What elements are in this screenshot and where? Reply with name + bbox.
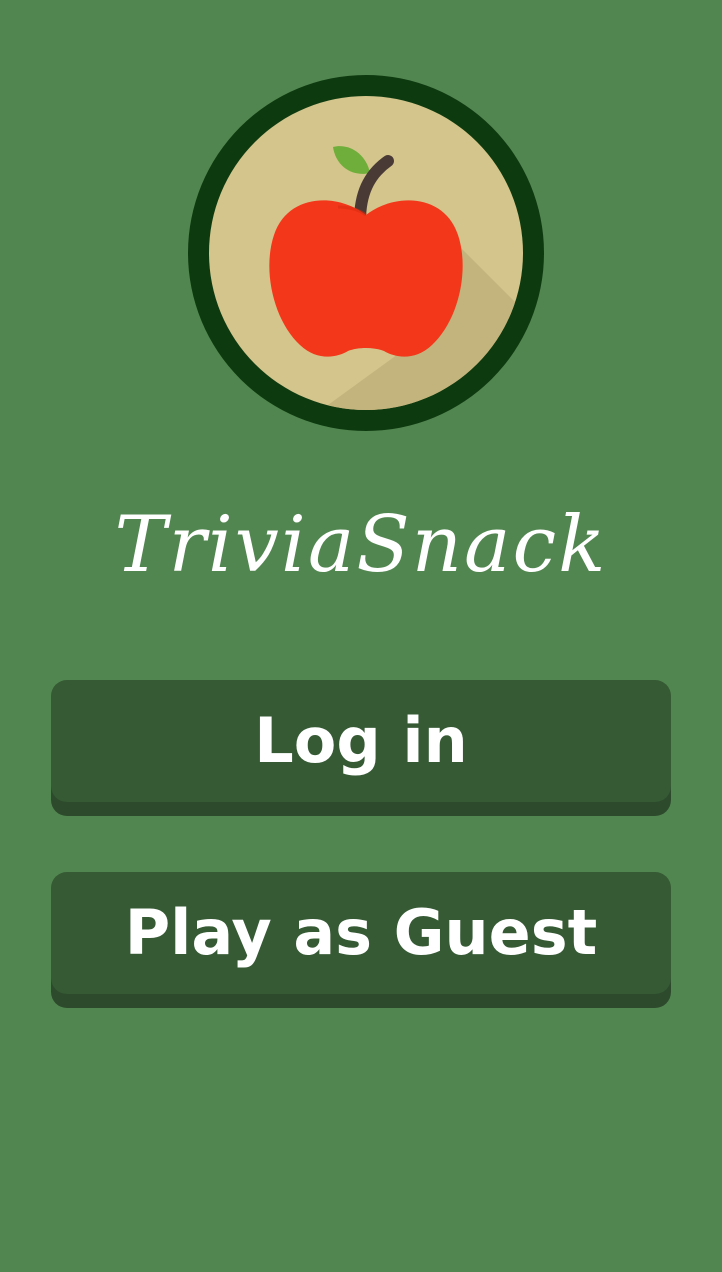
app-logo: [188, 75, 544, 431]
login-button[interactable]: Log in: [51, 680, 671, 802]
welcome-screen: TriviaSnack Log in Play as Guest: [0, 0, 722, 1272]
apple-icon: [188, 75, 544, 431]
app-title: TriviaSnack: [114, 500, 608, 590]
play-as-guest-button[interactable]: Play as Guest: [51, 872, 671, 994]
